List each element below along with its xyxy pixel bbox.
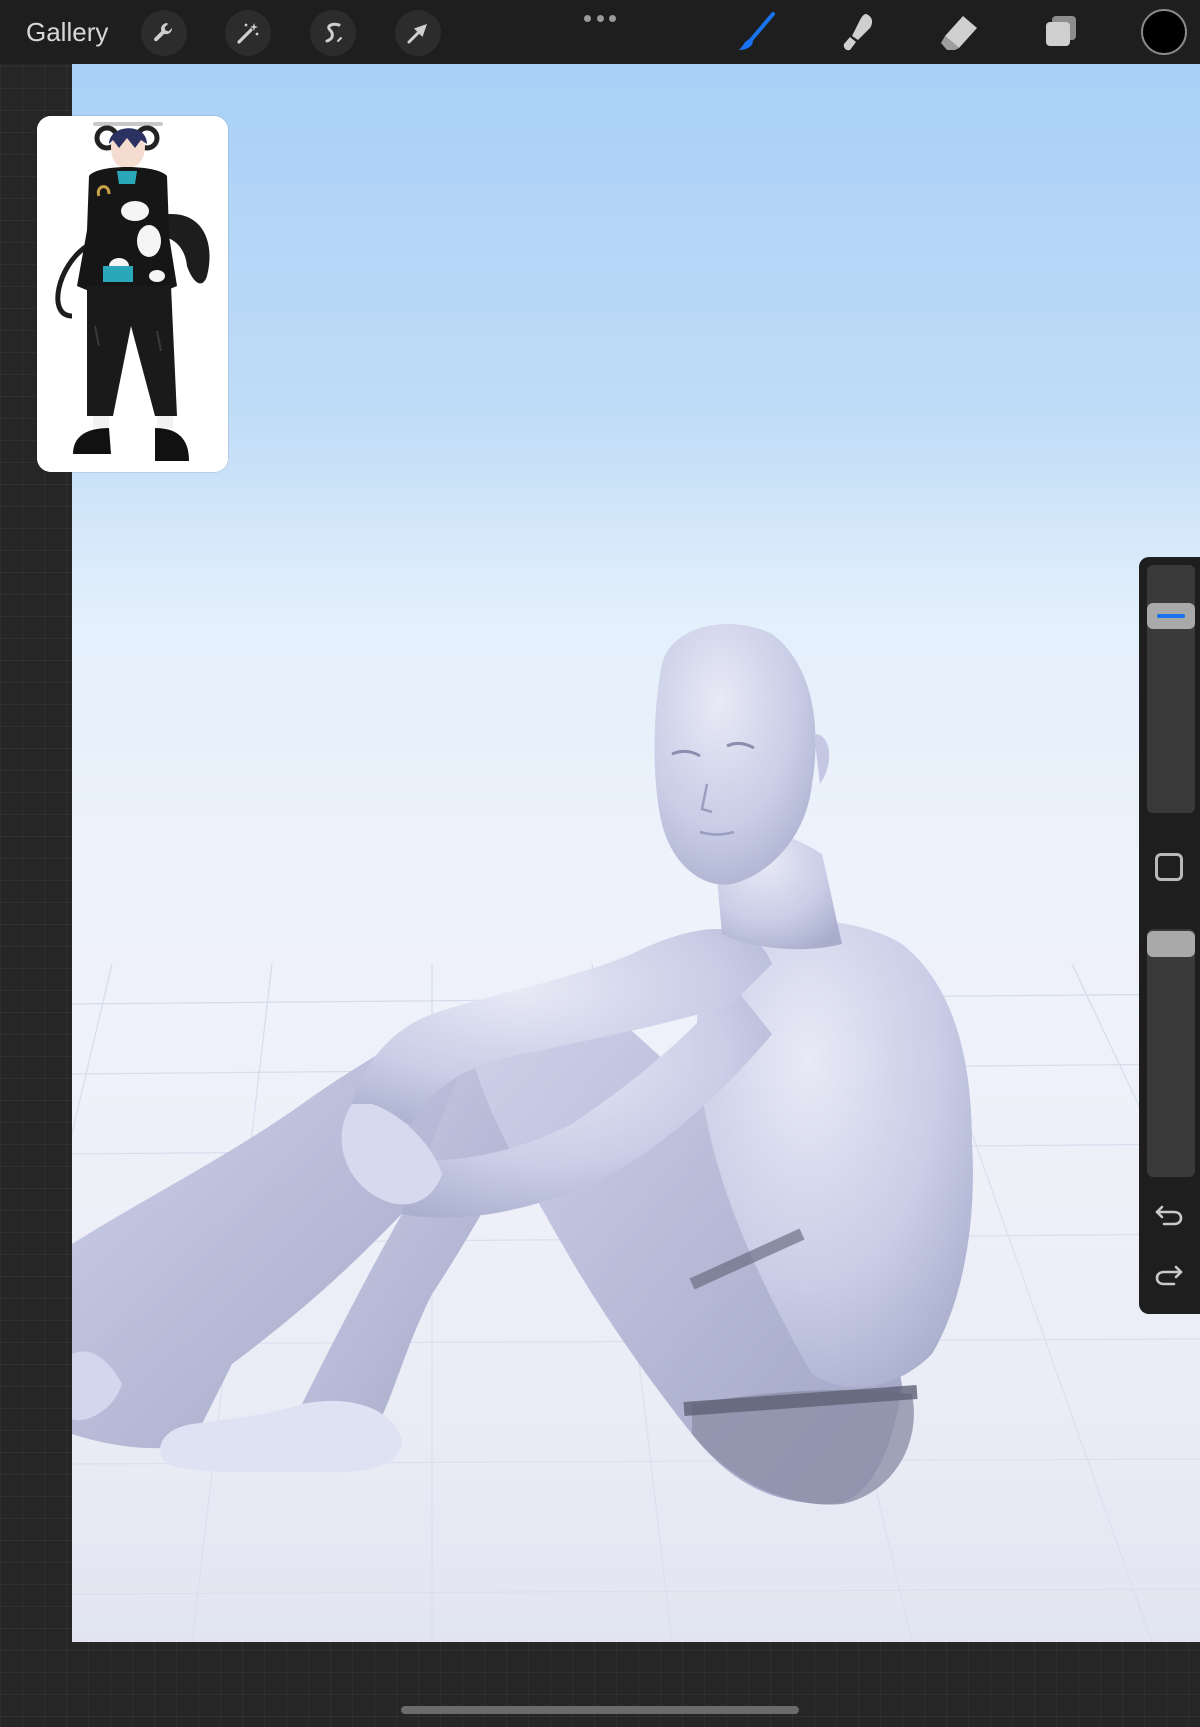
color-picker-button[interactable] (1141, 9, 1187, 55)
adjustments-button[interactable] (225, 10, 271, 56)
modify-button[interactable] (1155, 853, 1183, 881)
undo-button[interactable] (1151, 1197, 1187, 1233)
smudge-icon (843, 14, 873, 51)
reference-window[interactable] (37, 116, 228, 472)
selection-s-icon (325, 22, 342, 43)
actions-button[interactable] (141, 10, 187, 56)
transform-button[interactable] (395, 10, 441, 56)
procreate-app: Gallery (0, 0, 1200, 1727)
drawing-canvas[interactable] (72, 64, 1200, 1642)
top-toolbar: Gallery (0, 0, 1200, 64)
redo-icon (1155, 1265, 1183, 1286)
gallery-button[interactable]: Gallery (26, 16, 108, 48)
undo-icon (1155, 1205, 1183, 1226)
magic-wand-icon (237, 23, 259, 44)
eraser-tool-button[interactable] (933, 8, 983, 56)
redo-button[interactable] (1151, 1257, 1187, 1293)
more-options-button[interactable] (584, 10, 616, 26)
smudge-tool-button[interactable] (832, 8, 882, 56)
opacity-handle[interactable] (1147, 931, 1195, 957)
character-reference-image (37, 116, 228, 472)
opacity-slider[interactable] (1147, 929, 1195, 1177)
brush-size-handle[interactable] (1147, 603, 1195, 629)
arrow-cursor-icon (407, 24, 427, 44)
ellipsis-icon (584, 14, 591, 22)
eraser-icon (941, 16, 977, 50)
home-indicator[interactable] (401, 1706, 799, 1714)
selection-button[interactable] (310, 10, 356, 56)
brush-size-slider[interactable] (1147, 565, 1195, 813)
layers-button[interactable] (1036, 8, 1086, 56)
active-marker (1157, 614, 1185, 618)
brush-tool-button[interactable] (731, 8, 781, 56)
wrench-icon (154, 23, 173, 42)
brush-sidebar (1139, 557, 1200, 1314)
brush-icon (739, 12, 775, 50)
canvas-artwork (72, 624, 1200, 1642)
layers-icon (1046, 16, 1076, 46)
